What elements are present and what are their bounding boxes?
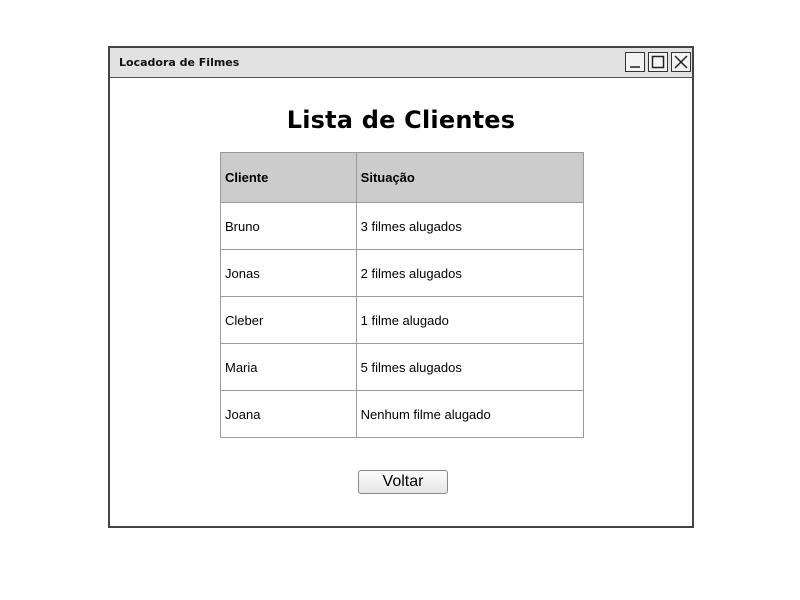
back-button[interactable]: Voltar <box>358 470 448 494</box>
cell-cliente: Cleber <box>220 296 357 344</box>
cell-cliente: Bruno <box>220 202 357 250</box>
table-row[interactable]: Maria 5 filmes alugados <box>220 343 585 391</box>
table-row[interactable]: Bruno 3 filmes alugados <box>220 202 585 250</box>
table-header-row: Cliente Situação <box>220 152 585 203</box>
window-title: Locadora de Filmes <box>119 56 240 69</box>
close-icon <box>674 55 688 69</box>
cell-situacao: Nenhum filme alugado <box>355 390 585 438</box>
app-window: Locadora de Filmes Lista de Clientes Cli… <box>108 46 694 528</box>
column-header-cliente: Cliente <box>220 152 357 203</box>
minimize-button[interactable] <box>625 52 645 72</box>
table-row[interactable]: Joana Nenhum filme alugado <box>220 390 585 438</box>
cell-cliente: Jonas <box>220 249 357 297</box>
cell-cliente: Maria <box>220 343 357 391</box>
minimize-icon <box>630 66 640 68</box>
table-row[interactable]: Jonas 2 filmes alugados <box>220 249 585 297</box>
maximize-button[interactable] <box>648 52 668 72</box>
close-button[interactable] <box>671 52 691 72</box>
page-title: Lista de Clientes <box>286 106 516 134</box>
cell-situacao: 1 filme alugado <box>355 296 585 344</box>
maximize-icon <box>651 55 665 69</box>
cell-situacao: 5 filmes alugados <box>355 343 585 391</box>
cell-situacao: 3 filmes alugados <box>355 202 585 250</box>
cell-cliente: Joana <box>220 390 357 438</box>
clients-table: Cliente Situação Bruno 3 filmes alugados… <box>220 152 585 438</box>
title-bar[interactable]: Locadora de Filmes <box>110 48 692 78</box>
cell-situacao: 2 filmes alugados <box>355 249 585 297</box>
table-row[interactable]: Cleber 1 filme alugado <box>220 296 585 344</box>
column-header-situacao: Situação <box>355 152 585 203</box>
